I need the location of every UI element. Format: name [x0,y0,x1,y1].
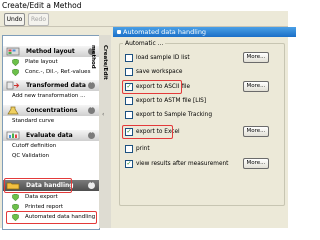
panel-icon [117,30,121,34]
section-transformed-data[interactable]: Transformed data ˄ [3,80,99,91]
checkbox[interactable] [125,145,133,153]
chevron-up-icon[interactable]: ˄ [88,182,95,189]
option-label: save workspace [136,69,183,75]
more-button-ascii[interactable]: More... [243,81,269,92]
checkbox[interactable] [125,68,133,76]
nav-item-qc-validation[interactable]: QC Validation [3,152,99,161]
nav-item-label: Standard curve [12,118,55,124]
nav-item-label: Plate layout [25,59,58,65]
nav-item-label: Add new transformation ... [12,93,86,99]
section-evaluate-data[interactable]: Evaluate data ˄ [3,130,99,141]
checkbox[interactable] [125,111,133,119]
export-ascii-highlight [122,80,182,94]
section-label: Transformed data [26,82,86,89]
main-area: Method layout ˄ Plate layout Conc.-, Dil… [0,27,296,230]
chevron-up-icon[interactable]: ˄ [88,107,95,114]
chevron-left-icon[interactable]: ‹ [102,111,104,118]
check-shield-icon [12,69,19,76]
automated-data-handling-highlight [6,211,97,224]
group-label: Automatic ... [123,40,166,47]
automated-data-handling-panel: Automated data handling Automatic ... lo… [111,27,296,228]
check-shield-icon [12,204,19,211]
nav-item-standard-curve[interactable]: Standard curve [3,117,99,126]
checkbox[interactable] [125,54,133,62]
concentration-icon [7,106,19,115]
redo-button[interactable]: Redo [28,13,49,26]
transform-icon [6,81,20,90]
option-label: view results after measurement [136,161,229,167]
section-concentrations[interactable]: Concentrations ˄ [3,105,99,116]
nav-item-plate-layout[interactable]: Plate layout [3,58,99,67]
more-button-excel[interactable]: More... [243,126,269,137]
toolbar: Undo Redo [0,11,288,27]
checkbox-checked[interactable]: ✓ [125,160,133,168]
option-label: load sample ID list [136,55,190,61]
section-label: Concentrations [26,107,78,114]
evaluate-icon [6,131,20,140]
nav-item-data-export[interactable]: Data export [3,193,99,202]
option-label: print [136,146,150,152]
panel-title-bar: Automated data handling [113,27,296,37]
undo-button[interactable]: Undo [4,13,25,26]
option-label: export to ASTM file [LIS] [136,98,207,104]
chevron-up-icon[interactable]: ˄ [88,82,95,89]
export-excel-highlight [122,125,173,139]
nav-item-cutoff-definition[interactable]: Cutoff definition [3,142,99,151]
check-shield-icon [12,194,19,201]
nav-item-label: QC Validation [12,153,50,159]
data-handling-highlight [4,178,72,193]
checkbox[interactable] [125,97,133,105]
option-label: export to Sample Tracking [136,112,212,118]
check-shield-icon [12,59,19,66]
navigation-panel: Method layout ˄ Plate layout Conc.-, Dil… [2,35,100,230]
more-button-sample-id[interactable]: More... [243,52,269,63]
panel-title: Automated data handling [123,28,207,36]
section-label: Method layout [26,48,75,55]
section-method-layout[interactable]: Method layout ˄ [3,46,99,57]
nav-item-label: Cutoff definition [12,143,57,149]
section-label: Evaluate data [26,132,73,139]
nav-item-conc-values[interactable]: Conc.-, Dil.-, Ref.-values [3,68,99,77]
vertical-tab-label: Create/Edit method [90,45,108,80]
nav-item-label: Conc.-, Dil.-, Ref.-values [25,69,91,75]
nav-item-add-transformation[interactable]: Add new transformation ... [3,92,99,101]
window-title: Create/Edit a Method [0,0,290,11]
more-button-view-results[interactable]: More... [243,158,269,169]
chevron-up-icon[interactable]: ˄ [88,132,95,139]
nav-item-label: Data export [25,194,58,200]
method-layout-icon [6,47,20,56]
